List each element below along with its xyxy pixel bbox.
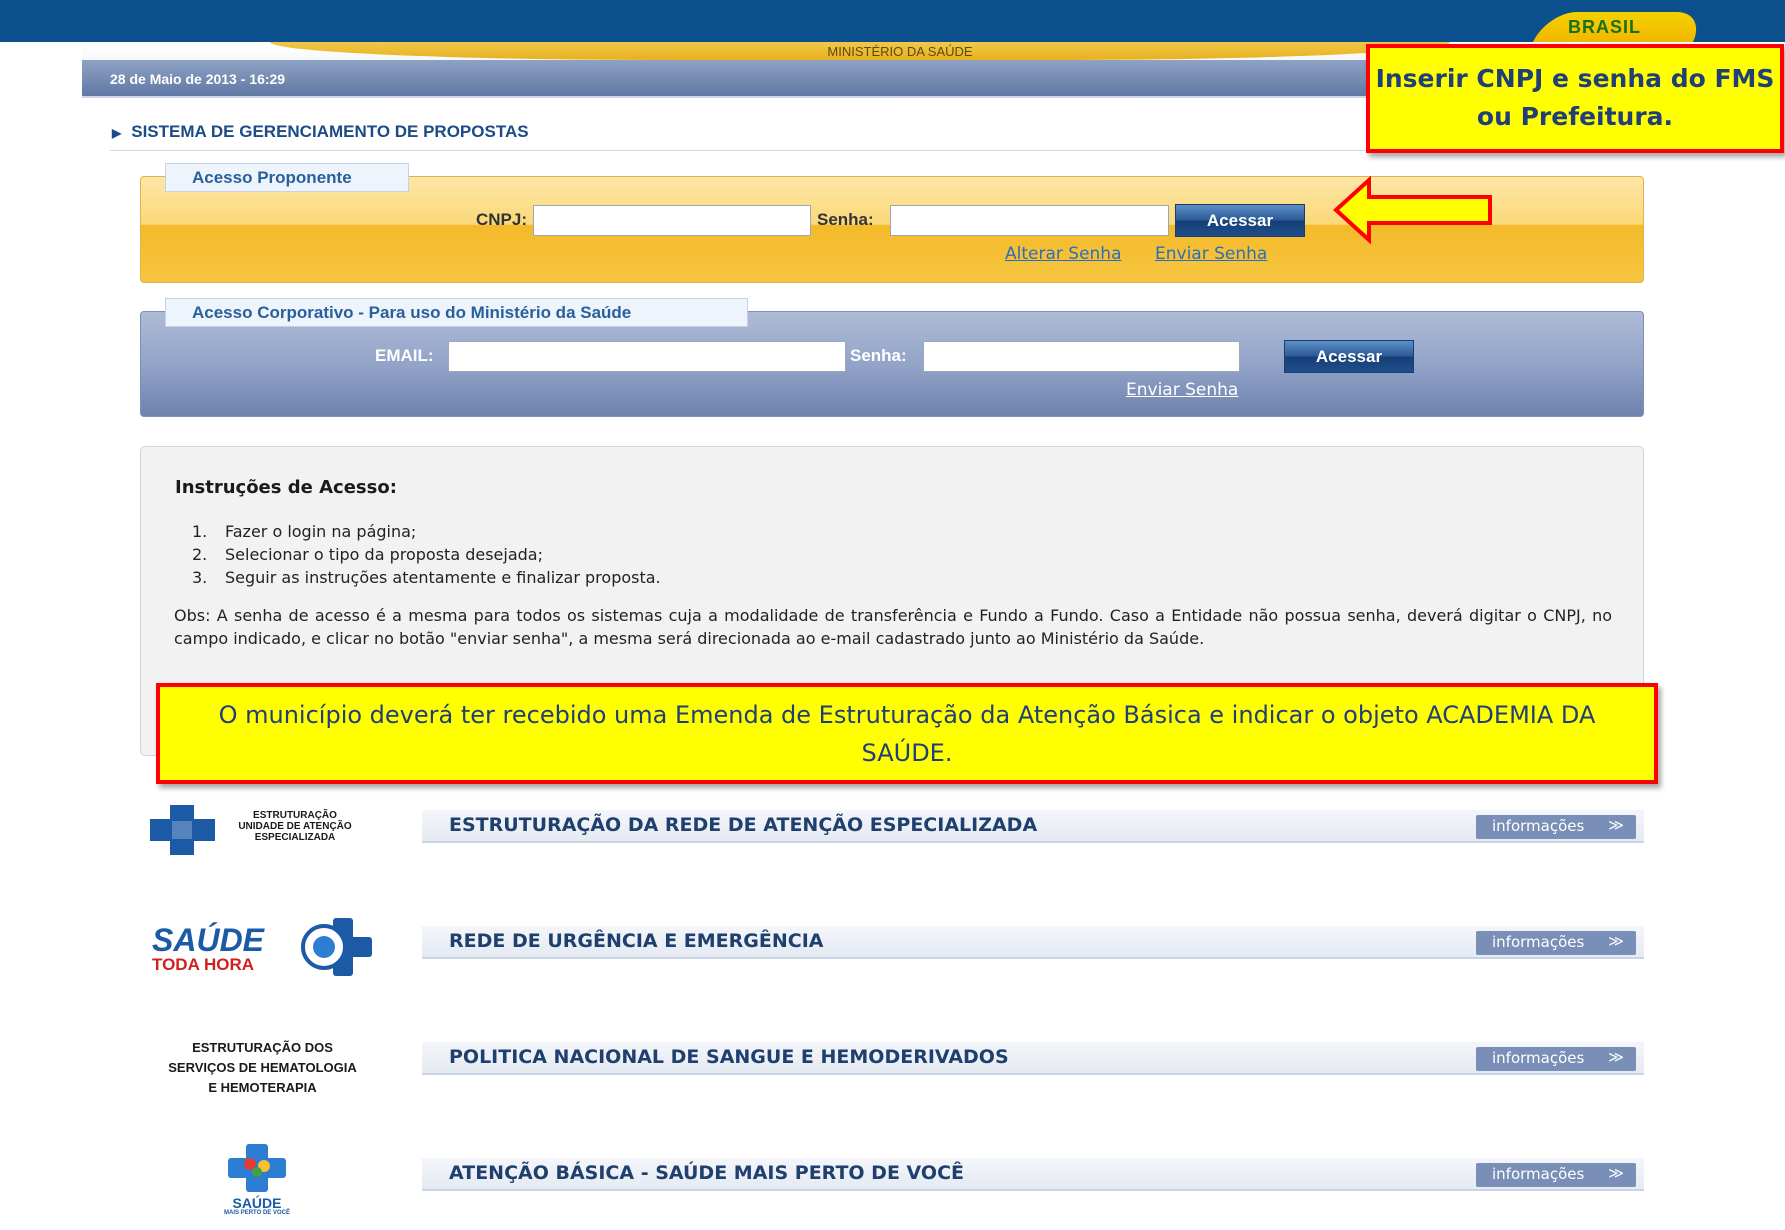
step-text: Fazer o login na página; (225, 522, 417, 541)
step-number: 1. (192, 522, 208, 541)
senha-label-corporativo: Senha: (850, 346, 907, 365)
senha-label-proponente: Senha: (817, 210, 874, 229)
logo-hematologia: ESTRUTURAÇÃO DOS SERVIÇOS DE HEMATOLOGIA… (150, 1038, 375, 1098)
step-number: 2. (192, 545, 208, 564)
chevron-down-icon: ≫ (1608, 1164, 1624, 1182)
cnpj-input[interactable] (533, 205, 811, 236)
informacoes-button[interactable]: informações ≫ (1476, 815, 1636, 839)
informacoes-button[interactable]: informações ≫ (1476, 1047, 1636, 1071)
callout-insert-cnpj: Inserir CNPJ e senha do FMS ou Prefeitur… (1366, 44, 1784, 153)
logo-saude-toda-hora: SAÚDE TODA HORA (152, 924, 292, 974)
email-label: EMAIL: (375, 346, 434, 365)
corporativo-legend: Acesso Corporativo - Para uso do Ministé… (165, 298, 748, 327)
logo-line: ESTRUTURAÇÃO (253, 810, 337, 821)
informacoes-label: informações (1492, 933, 1585, 951)
instructions-list: 1. Fazer o login na página; 2. Selecionar … (192, 520, 661, 589)
ministry-title: MINISTÉRIO DA SAÚDE (827, 44, 973, 59)
informacoes-button[interactable]: informações ≫ (1476, 1163, 1636, 1187)
senha-input-proponente[interactable] (890, 205, 1169, 236)
program-title[interactable]: ATENÇÃO BÁSICA - SAÚDE MAIS PERTO DE VOC… (449, 1162, 964, 1184)
chevron-down-icon: ≫ (1608, 932, 1624, 950)
program-title[interactable]: REDE DE URGÊNCIA E EMERGÊNCIA (449, 930, 824, 952)
step-text: Selecionar o tipo da proposta desejada; (225, 545, 543, 564)
people-cross-logo-icon (228, 1144, 286, 1192)
logo-line: SAÚDE (232, 1195, 282, 1211)
logo-line: MAIS PERTO DE VOCÊ (224, 1210, 290, 1216)
date-time: 28 de Maio de 2013 - 16:29 (110, 71, 286, 87)
senha-input-corporativo[interactable] (923, 341, 1240, 372)
logo-especializada: ESTRUTURAÇÃO UNIDADE DE ATENÇÃO ESPECIAL… (220, 810, 370, 843)
step-number: 3. (192, 568, 208, 587)
government-bar (0, 0, 1785, 42)
cnpj-label: CNPJ: (476, 210, 528, 229)
proponente-legend: Acesso Proponente (165, 163, 409, 192)
clock-cross-logo-icon (301, 918, 372, 976)
chevron-down-icon: ≫ (1608, 1048, 1624, 1066)
logo-line: SAÚDE (152, 922, 265, 958)
instructions-title: Instruções de Acesso: (175, 477, 397, 498)
informacoes-label: informações (1492, 1049, 1585, 1067)
triangle-right-icon: ▶ (112, 126, 122, 140)
enviar-senha-link-proponente[interactable]: Enviar Senha (1155, 244, 1267, 264)
system-title-text: SISTEMA DE GERENCIAMENTO DE PROPOSTAS (131, 122, 529, 141)
logo-line: ESTRUTURAÇÃO DOS (192, 1040, 333, 1055)
medical-cross-logo-icon (150, 805, 215, 855)
acessar-button-proponente[interactable]: Acessar (1175, 204, 1305, 237)
enviar-senha-link-corporativo[interactable]: Enviar Senha (1126, 380, 1238, 400)
system-title: ▶ SISTEMA DE GERENCIAMENTO DE PROPOSTAS (112, 122, 529, 142)
acessar-button-corporativo[interactable]: Acessar (1284, 340, 1414, 373)
informacoes-label: informações (1492, 817, 1585, 835)
red-arrow-icon (1333, 175, 1492, 245)
page-root: BRASIL MINISTÉRIO DA SAÚDE 28 de Maio de… (0, 0, 1785, 1230)
logo-line: SERVIÇOS DE HEMATOLOGIA (168, 1060, 357, 1075)
instruction-step: 3. Seguir as instruções atentamente e fin… (192, 566, 661, 589)
callout-academia: O município deverá ter recebido uma Emen… (156, 683, 1658, 784)
informacoes-label: informações (1492, 1165, 1585, 1183)
logo-line: ESPECIALIZADA (254, 832, 336, 843)
chevron-down-icon: ≫ (1608, 816, 1624, 834)
instruction-step: 1. Fazer o login na página; (192, 520, 661, 543)
email-input[interactable] (448, 341, 846, 372)
program-title[interactable]: ESTRUTURAÇÃO DA REDE DE ATENÇÃO ESPECIAL… (449, 814, 1037, 836)
logo-saude-perto: SAÚDE MAIS PERTO DE VOCÊ (212, 1196, 302, 1217)
instructions-obs: Obs: A senha de acesso é a mesma para to… (174, 606, 1612, 648)
logo-line: E HEMOTERAPIA (208, 1080, 317, 1095)
instruction-step: 2. Selecionar o tipo da proposta desejada… (192, 543, 661, 566)
step-text: Seguir as instruções atentamente e final… (225, 568, 661, 587)
program-title[interactable]: POLITICA NACIONAL DE SANGUE E HEMODERIVA… (449, 1046, 1009, 1068)
logo-line: UNIDADE DE ATENÇÃO (238, 821, 352, 832)
alterar-senha-link[interactable]: Alterar Senha (1005, 244, 1122, 264)
logo-line: TODA HORA (152, 955, 254, 974)
informacoes-button[interactable]: informações ≫ (1476, 931, 1636, 955)
brasil-logo[interactable]: BRASIL (1568, 17, 1641, 38)
